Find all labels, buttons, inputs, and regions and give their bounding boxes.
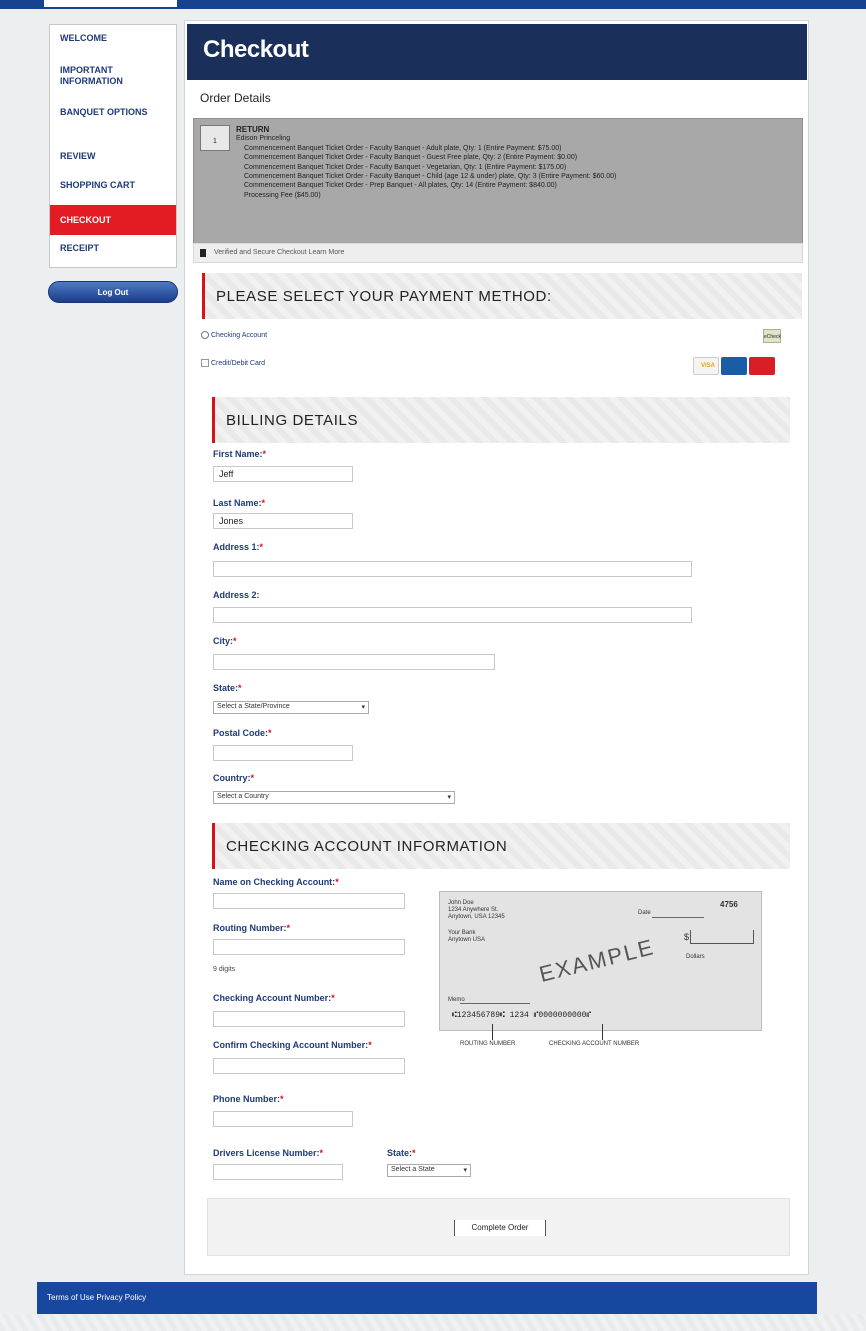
country-label: Country:* (213, 773, 255, 783)
complete-order-button[interactable]: Complete Order (454, 1220, 546, 1236)
confirm-account-label: Confirm Checking Account Number:* (213, 1040, 372, 1050)
postal-code-label: Postal Code:* (213, 728, 272, 738)
cart-icon: 1 (200, 125, 230, 151)
amex-icon (721, 357, 747, 375)
card-logos: VISA (691, 357, 775, 375)
echeck-icon: eCheck (763, 329, 781, 343)
license-state-select[interactable]: Select a State ▾ (387, 1164, 471, 1177)
example-watermark: EXAMPLE (536, 934, 658, 987)
account-name-label: Name on Checking Account:* (213, 877, 339, 887)
micr-line: ⑆123456789⑆ 1234 ⑈0000000000⑈ (452, 1011, 592, 1020)
order-summary-text: RETURN Edison Princeling Commencement Ba… (236, 125, 616, 200)
page-title: Checkout (203, 36, 309, 63)
last-name-input[interactable] (213, 513, 353, 529)
complete-order-area: Complete Order (207, 1198, 790, 1256)
city-input[interactable] (213, 654, 495, 670)
order-line: Commencement Banquet Ticket Order - Facu… (244, 154, 578, 162)
top-bar-tab (44, 0, 177, 7)
address1-input[interactable] (213, 561, 692, 577)
visa-icon: VISA (693, 357, 719, 375)
billing-details-heading: BILLING DETAILS (212, 397, 790, 443)
routing-number-input[interactable] (213, 939, 405, 955)
main-content: Checkout Order Details 1 RETURN Edison P… (184, 20, 809, 1275)
chevron-down-icon: ▾ (361, 704, 365, 711)
state-label: State:* (213, 683, 242, 693)
sidebar-item-welcome[interactable]: WELCOME (50, 33, 176, 44)
order-summary-box: 1 RETURN Edison Princeling Commencement … (193, 118, 803, 258)
order-line: Commencement Banquet Ticket Order - Facu… (244, 144, 562, 152)
city-label: City:* (213, 636, 237, 646)
verified-text: Verified and Secure Checkout Learn More (214, 249, 345, 256)
footer-links[interactable]: Terms of Use Privacy Policy (47, 1293, 146, 1302)
top-bar (0, 0, 866, 9)
address2-input[interactable] (213, 607, 692, 623)
license-number-label: Drivers License Number:* (213, 1148, 324, 1158)
sidebar-item-receipt[interactable]: RECEIPT (50, 243, 176, 254)
payment-method-heading: PLEASE SELECT YOUR PAYMENT METHOD: (202, 273, 802, 319)
state-select[interactable]: Select a State/Province ▾ (213, 701, 369, 714)
lock-icon (200, 249, 206, 257)
first-name-input[interactable] (213, 466, 353, 482)
country-select[interactable]: Select a Country ▾ (213, 791, 455, 804)
bottom-pattern (0, 1314, 866, 1331)
sidebar-item-review[interactable]: REVIEW (50, 151, 176, 162)
mastercard-icon (749, 357, 775, 375)
account-number-label: Checking Account Number:* (213, 993, 335, 1003)
phone-number-label: Phone Number:* (213, 1094, 284, 1104)
license-state-label: State:* (387, 1148, 416, 1158)
address2-label: Address 2: (213, 590, 260, 600)
footer: Terms of Use Privacy Policy (37, 1282, 817, 1314)
example-check-image: John Doe 1234 Anywhere St. Anytown, USA … (439, 891, 762, 1031)
order-summary-sub: Edison Princeling (236, 135, 291, 143)
order-line: Commencement Banquet Ticket Order - Facu… (244, 173, 617, 181)
account-caption: CHECKING ACCOUNT NUMBER (549, 1041, 640, 1047)
chevron-down-icon: ▾ (463, 1167, 467, 1174)
payment-option-card[interactable]: Credit/Debit Card (201, 359, 265, 367)
chevron-down-icon: ▾ (447, 794, 451, 801)
order-summary-title: RETURN (236, 125, 270, 134)
payment-option-checking[interactable]: Checking Account (201, 331, 267, 339)
first-name-label: First Name:* (213, 449, 267, 459)
checking-account-heading: CHECKING ACCOUNT INFORMATION (212, 823, 790, 869)
sidebar: WELCOME IMPORTANT INFORMATION BANQUET OP… (49, 24, 177, 268)
order-details-title: Order Details (200, 91, 271, 105)
order-line: Commencement Banquet Ticket Order - Prep… (244, 182, 557, 190)
logout-button[interactable]: Log Out (48, 281, 178, 303)
address1-label: Address 1:* (213, 542, 264, 552)
routing-hint: 9 digits (213, 966, 236, 973)
sidebar-item-checkout[interactable]: CHECKOUT (50, 205, 176, 235)
postal-code-input[interactable] (213, 745, 353, 761)
last-name-label: Last Name:* (213, 498, 266, 508)
phone-number-input[interactable] (213, 1111, 353, 1127)
sidebar-item-banquet-options[interactable]: BANQUET OPTIONS (50, 107, 176, 118)
checking-radio[interactable] (201, 331, 209, 339)
verified-secure-bar[interactable]: Verified and Secure Checkout Learn More (193, 243, 803, 263)
sidebar-item-important-information[interactable]: IMPORTANT INFORMATION (50, 65, 176, 87)
account-name-input[interactable] (213, 893, 405, 909)
routing-caption: ROUTING NUMBER (460, 1041, 516, 1047)
confirm-account-input[interactable] (213, 1058, 405, 1074)
account-number-input[interactable] (213, 1011, 405, 1027)
card-checkbox[interactable] (201, 359, 209, 367)
order-line: Processing Fee ($45.00) (244, 191, 321, 199)
license-number-input[interactable] (213, 1164, 343, 1180)
sidebar-item-shopping-cart[interactable]: SHOPPING CART (50, 180, 176, 191)
routing-number-label: Routing Number:* (213, 923, 291, 933)
checkout-header: Checkout (187, 24, 807, 80)
order-line: Commencement Banquet Ticket Order - Facu… (244, 163, 567, 171)
